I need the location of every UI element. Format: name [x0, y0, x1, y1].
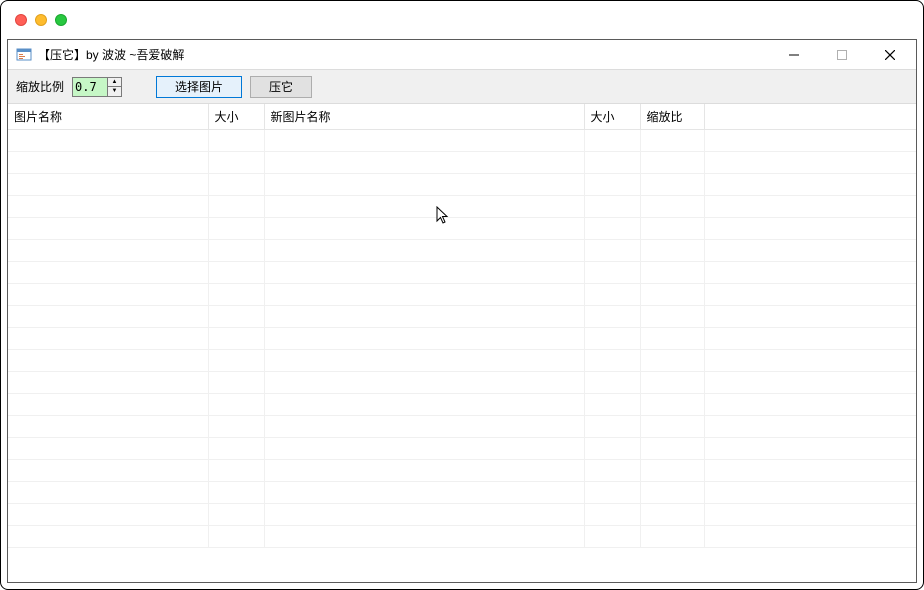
- minimize-button[interactable]: [782, 43, 806, 67]
- col-scale-ratio[interactable]: 缩放比: [640, 104, 704, 130]
- table-row: [8, 504, 916, 526]
- table-row: [8, 262, 916, 284]
- table-row: [8, 130, 916, 152]
- table-row: [8, 394, 916, 416]
- toolbar: 缩放比例 ▲ ▼ 选择图片 压它: [8, 70, 916, 104]
- outer-window: 【压它】by 波波 ~吾爱破解 缩放比例 ▲ ▼: [0, 0, 924, 590]
- app-window: 【压它】by 波波 ~吾爱破解 缩放比例 ▲ ▼: [7, 39, 917, 583]
- table-row: [8, 174, 916, 196]
- table-row: [8, 482, 916, 504]
- table-row: [8, 196, 916, 218]
- mac-titlebar: [1, 1, 923, 39]
- maximize-button[interactable]: [830, 43, 854, 67]
- table-row: [8, 306, 916, 328]
- inner-titlebar: 【压它】by 波波 ~吾爱破解: [8, 40, 916, 70]
- mac-minimize-button[interactable]: [35, 14, 47, 26]
- table-row: [8, 350, 916, 372]
- scale-label: 缩放比例: [16, 78, 64, 95]
- table-header-row: 图片名称 大小 新图片名称 大小 缩放比: [8, 104, 916, 130]
- col-new-image-name[interactable]: 新图片名称: [264, 104, 584, 130]
- table-row: [8, 240, 916, 262]
- table-row: [8, 152, 916, 174]
- table-row: [8, 328, 916, 350]
- col-spacer: [704, 104, 916, 130]
- col-new-size[interactable]: 大小: [584, 104, 640, 130]
- table-row: [8, 526, 916, 548]
- close-button[interactable]: [878, 43, 902, 67]
- table-row: [8, 460, 916, 482]
- table-body: [8, 130, 916, 548]
- table-row: [8, 218, 916, 240]
- spinner-up-button[interactable]: ▲: [108, 78, 121, 88]
- scale-input[interactable]: [73, 78, 107, 96]
- compress-button[interactable]: 压它: [250, 76, 312, 98]
- spinner-buttons: ▲ ▼: [107, 78, 121, 96]
- table-row: [8, 284, 916, 306]
- spinner-down-button[interactable]: ▼: [108, 87, 121, 96]
- scale-spinner[interactable]: ▲ ▼: [72, 77, 122, 97]
- app-icon: [16, 47, 32, 63]
- window-controls: [782, 43, 908, 67]
- app-title: 【压它】by 波波 ~吾爱破解: [38, 46, 782, 63]
- table-row: [8, 416, 916, 438]
- table-row: [8, 438, 916, 460]
- mac-zoom-button[interactable]: [55, 14, 67, 26]
- data-table: 图片名称 大小 新图片名称 大小 缩放比: [8, 104, 916, 548]
- table-row: [8, 372, 916, 394]
- mac-close-button[interactable]: [15, 14, 27, 26]
- table-area: 图片名称 大小 新图片名称 大小 缩放比: [8, 104, 916, 582]
- col-size[interactable]: 大小: [208, 104, 264, 130]
- select-image-button[interactable]: 选择图片: [156, 76, 242, 98]
- col-image-name[interactable]: 图片名称: [8, 104, 208, 130]
